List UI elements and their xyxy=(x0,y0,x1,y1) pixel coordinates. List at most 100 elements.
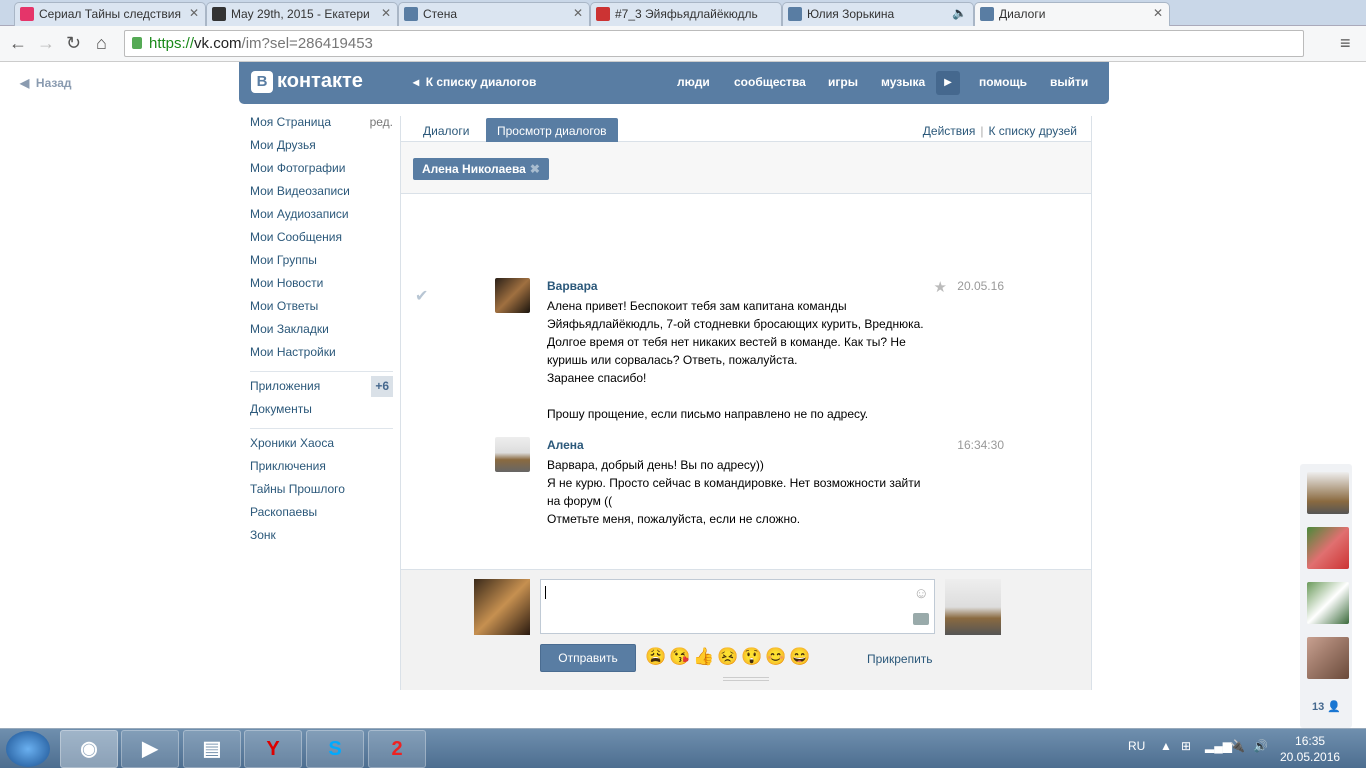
send-button[interactable]: Отправить xyxy=(540,644,636,672)
sidebar-item-answers[interactable]: Мои Ответы xyxy=(250,298,393,321)
back-link[interactable]: ◀ Назад xyxy=(20,76,72,90)
browser-tab[interactable]: #7_3 Эйяфьядлайёкюдль xyxy=(590,2,782,26)
start-button[interactable] xyxy=(6,731,50,767)
browser-tab[interactable]: May 29th, 2015 - Екатери ✕ xyxy=(206,2,398,26)
address-bar[interactable]: https://vk.com/im?sel=286419453 xyxy=(124,30,1304,57)
channel2-taskbar-icon[interactable]: 2 xyxy=(368,730,426,768)
friend-avatar[interactable] xyxy=(1307,582,1349,624)
browser-tab-active[interactable]: Диалоги ✕ xyxy=(974,2,1170,26)
nav-games[interactable]: игры xyxy=(828,75,858,89)
nav-communities[interactable]: сообщества xyxy=(734,75,806,89)
yandex-taskbar-icon[interactable]: Y xyxy=(244,730,302,768)
friends-list-link[interactable]: К списку друзей xyxy=(988,124,1077,138)
forward-icon[interactable]: → xyxy=(37,33,55,54)
volume-icon[interactable]: 🔊 xyxy=(1253,739,1268,753)
back-icon[interactable]: ← xyxy=(9,33,27,54)
friend-avatar[interactable] xyxy=(1307,472,1349,514)
tab-view-dialogs[interactable]: Просмотр диалогов xyxy=(486,118,618,142)
nav-help[interactable]: помощь xyxy=(979,75,1027,89)
tab-title: Диалоги xyxy=(999,7,1046,21)
sidebar-item-videos[interactable]: Мои Видеозаписи xyxy=(250,183,393,206)
message-input[interactable]: ☺ xyxy=(540,579,935,634)
check-icon[interactable]: ✔ xyxy=(415,286,428,306)
nav-people[interactable]: люди xyxy=(677,75,710,89)
sidebar-item-apps[interactable]: Приложения +6 xyxy=(250,376,393,401)
friend-avatar[interactable] xyxy=(1307,527,1349,569)
tab-title: May 29th, 2015 - Екатери xyxy=(231,7,370,21)
chrome-taskbar-icon[interactable]: ◉ xyxy=(60,730,118,768)
menu-icon[interactable]: ≡ xyxy=(1340,33,1351,54)
smile-icon[interactable]: ☺ xyxy=(914,585,929,602)
back-to-dialogs-link[interactable]: ◂ К списку диалогов xyxy=(413,75,536,89)
tray-expand-icon[interactable]: ▲ xyxy=(1160,739,1172,753)
dialog-favicon-icon xyxy=(980,7,994,21)
sidebar-app-link[interactable]: Раскопаевы xyxy=(250,504,393,527)
system-clock[interactable]: 16:35 20.05.2016 xyxy=(1280,733,1340,765)
sender-name[interactable]: Алена xyxy=(547,438,584,452)
sidebar-app-link[interactable]: Приключения xyxy=(250,458,393,481)
sidebar-app-link[interactable]: Зонк xyxy=(250,527,393,550)
browser-tab[interactable]: Юлия Зорькина 🔈 xyxy=(782,2,974,26)
edit-link[interactable]: ред. xyxy=(370,114,393,131)
skype-taskbar-icon[interactable]: S xyxy=(306,730,364,768)
browser-tab-bar: Сериал Тайны следствия ✕ May 29th, 2015 -… xyxy=(0,0,1366,26)
sidebar-item-docs[interactable]: Документы xyxy=(250,401,393,424)
nav-music[interactable]: музыка xyxy=(881,75,925,89)
resize-handle[interactable] xyxy=(723,677,769,681)
tab-dialogs[interactable]: Диалоги xyxy=(412,118,480,142)
camera-icon[interactable] xyxy=(913,613,929,625)
remove-icon[interactable]: ✖ xyxy=(530,162,540,176)
attach-link[interactable]: Прикрепить xyxy=(867,652,933,666)
home-icon[interactable]: ⌂ xyxy=(96,33,107,54)
close-tab-icon[interactable]: ✕ xyxy=(189,6,199,20)
reload-icon[interactable]: ↻ xyxy=(66,33,81,54)
close-tab-icon[interactable]: ✕ xyxy=(1153,6,1163,20)
media-player-taskbar-icon[interactable]: ▶ xyxy=(121,730,179,768)
avatar[interactable] xyxy=(495,278,530,313)
online-count[interactable]: 13 👤 xyxy=(1312,700,1341,713)
actions-link[interactable]: Действия xyxy=(923,124,976,138)
emoji-persevere-icon[interactable]: 😣 xyxy=(717,647,738,667)
recipient-avatar[interactable] xyxy=(945,579,1001,635)
emoji-smile-icon[interactable]: 😄 xyxy=(789,647,810,667)
friend-avatar[interactable] xyxy=(1307,637,1349,679)
play-icon[interactable]: ▶ xyxy=(936,71,960,95)
emoji-weary-icon[interactable]: 😩 xyxy=(645,647,666,667)
sender-name[interactable]: Варвара xyxy=(547,279,598,293)
link-label: К списку диалогов xyxy=(425,75,537,89)
my-avatar[interactable] xyxy=(474,579,530,635)
explorer-taskbar-icon[interactable]: ▤ xyxy=(183,730,241,768)
logo-letter: В xyxy=(251,70,273,93)
close-tab-icon[interactable]: ✕ xyxy=(381,6,391,20)
emoji-blush-icon[interactable]: 😊 xyxy=(765,647,786,667)
browser-tab[interactable]: Сериал Тайны следствия ✕ xyxy=(14,2,206,26)
recipient-chip[interactable]: Алена Николаева ✖ xyxy=(413,158,549,180)
sidebar-item-my-page[interactable]: Моя Страница ред. xyxy=(250,114,393,137)
sidebar-app-link[interactable]: Хроники Хаоса xyxy=(250,435,393,458)
close-tab-icon[interactable]: ✕ xyxy=(573,6,583,20)
vk-logo[interactable]: Вконтакте xyxy=(251,70,363,93)
emoji-thumbsup-icon[interactable]: 👍 xyxy=(693,647,714,667)
url-path: /im?sel=286419453 xyxy=(241,35,373,52)
browser-tab[interactable]: Стена ✕ xyxy=(398,2,590,26)
sidebar-item-settings[interactable]: Мои Настройки xyxy=(250,344,393,367)
sidebar-item-friends[interactable]: Мои Друзья xyxy=(250,137,393,160)
emoji-kiss-icon[interactable]: 😘 xyxy=(669,647,690,667)
sidebar-item-groups[interactable]: Мои Группы xyxy=(250,252,393,275)
sidebar-item-bookmarks[interactable]: Мои Закладки xyxy=(250,321,393,344)
sidebar-app-link[interactable]: Тайны Прошлого xyxy=(250,481,393,504)
power-icon[interactable]: 🔌 xyxy=(1230,739,1245,753)
sidebar-item-messages[interactable]: Мои Сообщения xyxy=(250,229,393,252)
message-text: Алена привет! Беспокоит тебя зам капитан… xyxy=(547,299,924,421)
sidebar-item-audio[interactable]: Мои Аудиозаписи xyxy=(250,206,393,229)
signal-icon[interactable]: ▂▄▆ xyxy=(1205,739,1232,753)
star-icon[interactable]: ★ xyxy=(934,278,947,296)
language-indicator[interactable]: RU xyxy=(1128,739,1145,753)
nav-logout[interactable]: выйти xyxy=(1050,75,1088,89)
windows-flag-icon[interactable]: ⊞ xyxy=(1181,739,1191,753)
avatar[interactable] xyxy=(495,437,530,472)
sidebar-item-photos[interactable]: Мои Фотографии xyxy=(250,160,393,183)
emoji-astonished-icon[interactable]: 😲 xyxy=(741,647,762,667)
compose-area: ☺ Отправить 😩 😘 👍 😣 😲 😊 😄 Прикрепить xyxy=(401,569,1091,690)
sidebar-item-news[interactable]: Мои Новости xyxy=(250,275,393,298)
